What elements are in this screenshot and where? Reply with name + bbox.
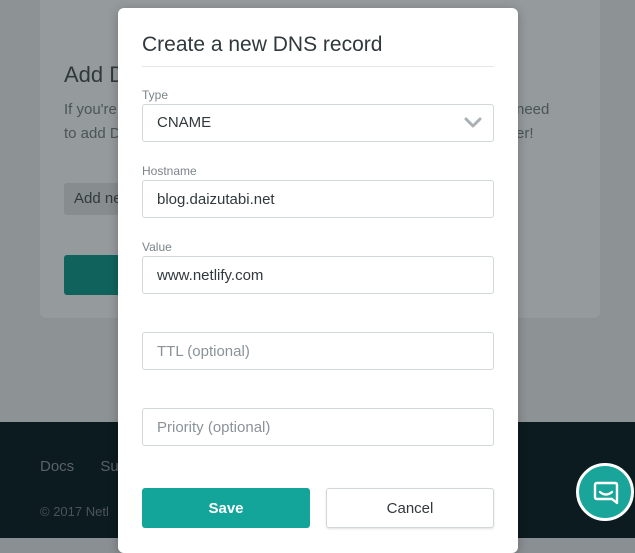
chat-widget-button[interactable] [576,463,634,521]
background-text-right: need er! [516,98,596,146]
value-input[interactable] [143,257,491,293]
hostname-input[interactable] [143,181,491,217]
footer-copyright: © 2017 Netl [40,504,109,519]
value-label: Value [142,240,172,254]
background-text-line: er! [516,125,534,142]
chat-icon [593,481,619,505]
background-heading: Add D [64,62,126,87]
value-field [142,256,494,294]
footer-link-support: Su [100,458,119,475]
type-select[interactable]: CNAME [142,104,494,142]
type-select-value: CNAME [157,114,212,131]
save-button[interactable]: Save [142,488,310,528]
cancel-button[interactable]: Cancel [326,488,494,528]
priority-field [142,408,494,446]
footer-link-docs: Docs [40,458,75,475]
dialog-title: Create a new DNS record [142,33,383,56]
chevron-down-icon [464,117,482,128]
hostname-field [142,180,494,218]
type-label: Type [142,88,169,102]
background-button [64,255,124,295]
dialog-divider [142,66,494,67]
priority-input[interactable] [143,409,491,445]
background-text-line: need [516,101,550,118]
ttl-field [142,332,494,370]
ttl-input[interactable] [143,333,491,369]
dns-record-dialog: Create a new DNS record Type CNAME Hostn… [118,8,518,553]
hostname-label: Hostname [142,164,197,178]
